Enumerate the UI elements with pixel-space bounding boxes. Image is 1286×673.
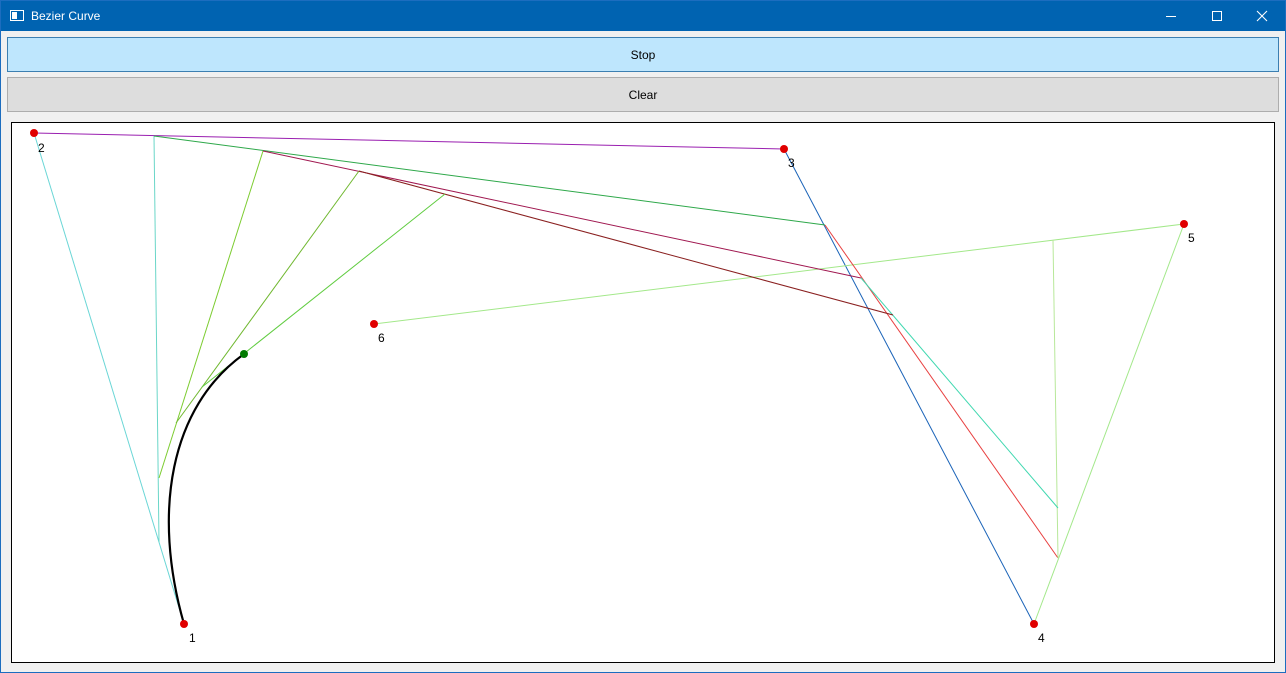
bezier-canvas-svg: 1 2 3 4 5 6 <box>30 129 1195 645</box>
control-segment-2-3 <box>33 132 785 150</box>
construction-line <box>358 170 894 316</box>
control-point-label-6: 6 <box>378 331 385 345</box>
construction-line <box>175 170 360 424</box>
control-point-6[interactable] <box>370 320 378 328</box>
control-point-3[interactable] <box>780 145 788 153</box>
control-point-label-5: 5 <box>1188 231 1195 245</box>
app-window: Bezier Curve Stop Clear 1 2 3 4 5 6 <box>0 0 1286 673</box>
construction-line <box>860 277 1059 509</box>
control-segment-5-6 <box>373 223 1185 325</box>
construction-line <box>262 150 862 279</box>
construction-line <box>1052 239 1059 559</box>
maximize-button[interactable] <box>1194 1 1240 31</box>
current-curve-point <box>240 350 248 358</box>
close-button[interactable] <box>1239 1 1285 31</box>
drawing-canvas[interactable]: 1 2 3 4 5 6 <box>11 122 1275 663</box>
control-point-label-1: 1 <box>189 631 196 645</box>
stop-button-label: Stop <box>630 47 656 62</box>
minimize-button[interactable] <box>1148 1 1194 31</box>
control-point-5[interactable] <box>1180 220 1188 228</box>
bezier-curve <box>167 353 245 625</box>
maximize-icon <box>1212 11 1222 21</box>
window-title: Bezier Curve <box>31 9 101 23</box>
control-point-1[interactable] <box>180 620 188 628</box>
construction-line <box>824 224 1059 559</box>
close-icon <box>1256 10 1268 22</box>
control-segment-4-5 <box>1033 223 1185 625</box>
control-segment-1-2 <box>33 132 185 625</box>
control-point-label-2: 2 <box>38 141 45 155</box>
stop-button[interactable]: Stop <box>7 37 1279 72</box>
control-point-label-3: 3 <box>788 156 795 170</box>
control-point-2[interactable] <box>30 129 38 137</box>
minimize-icon <box>1166 16 1176 17</box>
control-segment-3-4 <box>783 148 1035 625</box>
construction-line <box>153 135 160 543</box>
control-point-label-4: 4 <box>1038 631 1045 645</box>
title-bar[interactable]: Bezier Curve <box>1 1 1285 31</box>
clear-button-label: Clear <box>628 87 658 102</box>
control-point-4[interactable] <box>1030 620 1038 628</box>
app-icon <box>10 10 24 21</box>
clear-button[interactable]: Clear <box>7 77 1279 112</box>
construction-line <box>153 135 826 226</box>
construction-line <box>158 150 264 479</box>
